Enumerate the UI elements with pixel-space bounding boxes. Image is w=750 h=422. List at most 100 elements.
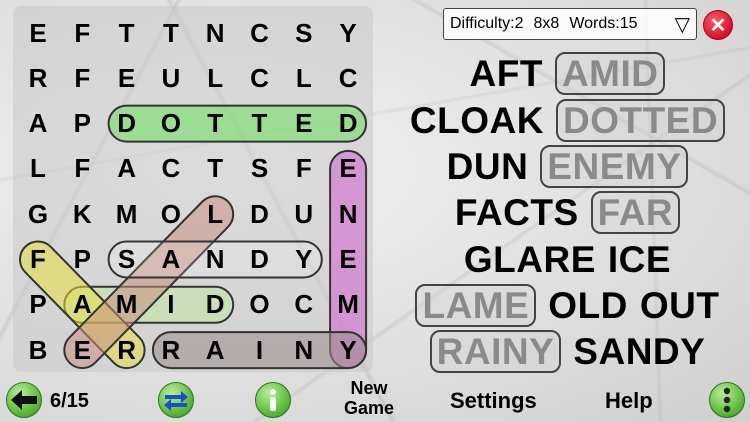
new-game-button[interactable]: New Game: [330, 378, 408, 418]
arrow-left-icon: [11, 390, 37, 410]
grid-cell[interactable]: Y: [328, 330, 368, 370]
grid-cell[interactable]: G: [18, 194, 58, 234]
word-list-row: CLOAK DOTTED: [390, 97, 745, 143]
grid-cell[interactable]: U: [284, 194, 324, 234]
target-word: AFT: [469, 52, 543, 94]
grid-cell[interactable]: D: [240, 240, 280, 280]
grid-cell[interactable]: L: [284, 58, 324, 98]
grid-cell[interactable]: D: [195, 285, 235, 325]
grid-cell[interactable]: P: [18, 285, 58, 325]
grid-cell[interactable]: O: [151, 194, 191, 234]
grid-cell[interactable]: L: [195, 194, 235, 234]
grid-cell[interactable]: R: [107, 330, 147, 370]
grid-cell[interactable]: S: [240, 149, 280, 189]
target-word: FACTS: [454, 191, 579, 233]
grid-cell[interactable]: R: [18, 58, 58, 98]
new-game-line1: New: [350, 378, 388, 398]
shuffle-button[interactable]: [158, 382, 194, 418]
grid-cell[interactable]: D: [328, 104, 368, 144]
grid-cell[interactable]: A: [151, 240, 191, 280]
grid-cell[interactable]: N: [195, 13, 235, 53]
swap-arrows-icon: [164, 391, 188, 411]
grid-cell[interactable]: E: [18, 13, 58, 53]
grid-cell[interactable]: S: [107, 240, 147, 280]
grid-cell[interactable]: S: [284, 13, 324, 53]
grid-cell[interactable]: F: [62, 13, 102, 53]
settings-button[interactable]: Settings: [450, 386, 537, 416]
grid-cell[interactable]: F: [284, 149, 324, 189]
close-x-icon[interactable]: ✕: [703, 10, 733, 40]
grid-cell[interactable]: B: [18, 330, 58, 370]
grid-cell[interactable]: O: [151, 104, 191, 144]
found-word: ENEMY: [540, 144, 689, 188]
grid-cell[interactable]: M: [107, 285, 147, 325]
grid-cell[interactable]: C: [240, 58, 280, 98]
grid-cell[interactable]: P: [62, 104, 102, 144]
grid-cell[interactable]: U: [151, 58, 191, 98]
grid-cell[interactable]: L: [195, 58, 235, 98]
new-game-line2: Game: [343, 398, 395, 418]
word-list-row: LAME OLD OUT: [390, 282, 745, 328]
difficulty-label: Difficulty:2: [450, 15, 524, 32]
grid-cell[interactable]: F: [62, 149, 102, 189]
progress-counter: 6/15: [50, 389, 89, 412]
game-settings-dropdown[interactable]: Difficulty:2 8x8 Words:15 ▽: [443, 8, 697, 40]
grid-cell[interactable]: E: [328, 240, 368, 280]
grid-cell[interactable]: L: [18, 149, 58, 189]
grid-cell[interactable]: A: [107, 149, 147, 189]
info-icon: [270, 389, 276, 411]
grid-cell[interactable]: E: [284, 104, 324, 144]
word-list-row: FACTS FAR: [390, 189, 745, 235]
found-word: FAR: [590, 190, 681, 234]
grid-cell[interactable]: T: [151, 13, 191, 53]
grid-cell[interactable]: I: [151, 285, 191, 325]
grid-cell[interactable]: Y: [284, 240, 324, 280]
dropdown-triangle-icon[interactable]: ▽: [675, 12, 690, 37]
found-word: AMID: [554, 51, 666, 95]
target-word: CLOAK: [409, 99, 544, 141]
grid-cell[interactable]: C: [284, 285, 324, 325]
grid-cell[interactable]: C: [151, 149, 191, 189]
grid-cell[interactable]: Y: [328, 13, 368, 53]
words-count-label: Words:15: [569, 15, 638, 32]
grid-cell[interactable]: P: [62, 240, 102, 280]
grid-cell[interactable]: C: [240, 13, 280, 53]
grid-cell[interactable]: T: [240, 104, 280, 144]
grid-cell[interactable]: E: [328, 149, 368, 189]
grid-cell[interactable]: N: [328, 194, 368, 234]
grid-cell[interactable]: O: [240, 285, 280, 325]
grid-cell[interactable]: T: [195, 104, 235, 144]
target-word: GLARE: [463, 238, 596, 280]
grid-cell[interactable]: E: [107, 58, 147, 98]
grid-cell[interactable]: N: [195, 240, 235, 280]
grid-cell[interactable]: F: [62, 58, 102, 98]
grid-cell[interactable]: T: [107, 13, 147, 53]
grid-cell[interactable]: N: [284, 330, 324, 370]
target-word: OUT: [639, 284, 720, 326]
grid-cell[interactable]: C: [328, 58, 368, 98]
word-list-row: RAINY SANDY: [390, 328, 745, 374]
grid-size-label: 8x8: [533, 15, 560, 32]
word-list-row: GLARE ICE: [390, 236, 745, 282]
grid-cell[interactable]: K: [62, 194, 102, 234]
grid-cell[interactable]: A: [195, 330, 235, 370]
grid-cell[interactable]: A: [62, 285, 102, 325]
found-word: RAINY: [429, 329, 562, 373]
grid-cell[interactable]: F: [18, 240, 58, 280]
target-word: ICE: [607, 238, 672, 280]
grid-cell[interactable]: R: [151, 330, 191, 370]
grid-cell[interactable]: I: [240, 330, 280, 370]
back-button[interactable]: [6, 382, 42, 418]
target-word: SANDY: [573, 330, 706, 372]
more-button[interactable]: [709, 382, 745, 418]
info-button[interactable]: [255, 382, 291, 418]
grid-cell[interactable]: D: [107, 104, 147, 144]
grid-cell[interactable]: M: [107, 194, 147, 234]
grid-cell[interactable]: A: [18, 104, 58, 144]
grid-cell[interactable]: M: [328, 285, 368, 325]
grid-cell[interactable]: T: [195, 149, 235, 189]
grid-cell[interactable]: E: [62, 330, 102, 370]
help-button[interactable]: Help: [605, 386, 653, 416]
grid-cell[interactable]: D: [240, 194, 280, 234]
target-word: OLD: [548, 284, 628, 326]
